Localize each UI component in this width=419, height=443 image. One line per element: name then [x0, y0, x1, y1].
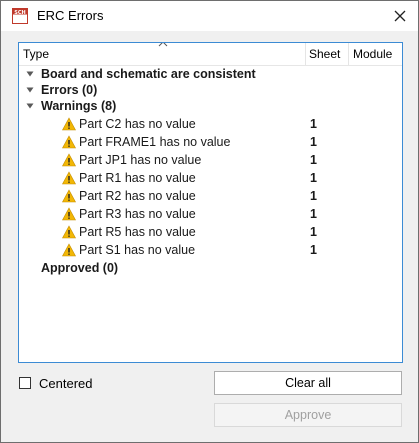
- column-type[interactable]: Type: [23, 47, 49, 61]
- warning-item[interactable]: Part JP1 has no value 1: [19, 152, 402, 170]
- group-label: Approved (0): [41, 261, 119, 275]
- warning-label: Part C2 has no value: [79, 117, 196, 131]
- group-label: Errors (0): [41, 83, 98, 97]
- warning-label: Part R3 has no value: [79, 207, 196, 221]
- clear-all-button[interactable]: Clear all: [214, 371, 402, 395]
- sheet-value: 1: [310, 153, 317, 167]
- column-header: Type Sheet Module: [19, 43, 402, 66]
- warning-icon: [62, 243, 76, 257]
- app-icon-label: SCH: [14, 10, 25, 16]
- sheet-value: 1: [310, 243, 317, 257]
- column-module[interactable]: Module: [353, 47, 392, 61]
- warning-item[interactable]: Part FRAME1 has no value 1: [19, 134, 402, 152]
- window-title: ERC Errors: [37, 8, 104, 23]
- warning-item[interactable]: Part R1 has no value 1: [19, 170, 402, 188]
- centered-option[interactable]: Centered: [19, 375, 92, 391]
- column-sheet[interactable]: Sheet: [309, 47, 340, 61]
- sheet-value: 1: [310, 135, 317, 149]
- warning-icon: [62, 171, 76, 185]
- tree-group-warnings[interactable]: Warnings (8): [19, 98, 402, 116]
- expand-arrow-icon[interactable]: [26, 86, 34, 94]
- warning-item[interactable]: Part R3 has no value 1: [19, 206, 402, 224]
- title-bar: SCH ERC Errors: [1, 1, 418, 31]
- warning-item[interactable]: Part R2 has no value 1: [19, 188, 402, 206]
- column-divider[interactable]: [348, 43, 349, 65]
- warning-label: Part FRAME1 has no value: [79, 135, 231, 149]
- warning-item[interactable]: Part R5 has no value 1: [19, 224, 402, 242]
- sheet-value: 1: [310, 117, 317, 131]
- tree-group-approved[interactable]: Approved (0): [19, 260, 402, 278]
- warning-label: Part JP1 has no value: [79, 153, 202, 167]
- collapse-arrow-icon[interactable]: [26, 102, 34, 110]
- warning-icon: [62, 117, 76, 131]
- warning-label: Part R5 has no value: [79, 225, 196, 239]
- sort-ascending-icon: [158, 43, 168, 47]
- warning-item[interactable]: Part S1 has no value 1: [19, 242, 402, 260]
- warning-icon: [62, 153, 76, 167]
- sheet-value: 1: [310, 207, 317, 221]
- group-label: Board and schematic are consistent: [41, 67, 256, 81]
- warning-item[interactable]: Part C2 has no value 1: [19, 116, 402, 134]
- centered-label: Centered: [39, 375, 93, 391]
- sheet-value: 1: [310, 189, 317, 203]
- warning-label: Part R2 has no value: [79, 189, 196, 203]
- warning-label: Part R1 has no value: [79, 171, 196, 185]
- warning-icon: [62, 225, 76, 239]
- close-icon: [394, 10, 406, 22]
- approve-button[interactable]: Approve: [214, 403, 402, 427]
- warning-label: Part S1 has no value: [79, 243, 196, 257]
- warning-icon: [62, 189, 76, 203]
- sheet-value: 1: [310, 225, 317, 239]
- erc-errors-window: SCH ERC Errors Type Sheet Module Board a…: [0, 0, 419, 443]
- schematic-app-icon: SCH: [12, 8, 28, 24]
- close-button[interactable]: [390, 6, 410, 26]
- group-label: Warnings (8): [41, 99, 117, 113]
- column-divider[interactable]: [305, 43, 306, 65]
- warning-icon: [62, 135, 76, 149]
- centered-checkbox[interactable]: [19, 377, 31, 389]
- erc-tree-panel[interactable]: Type Sheet Module Board and schematic ar…: [18, 42, 403, 363]
- warning-icon: [62, 207, 76, 221]
- expand-arrow-icon[interactable]: [26, 70, 34, 78]
- sheet-value: 1: [310, 171, 317, 185]
